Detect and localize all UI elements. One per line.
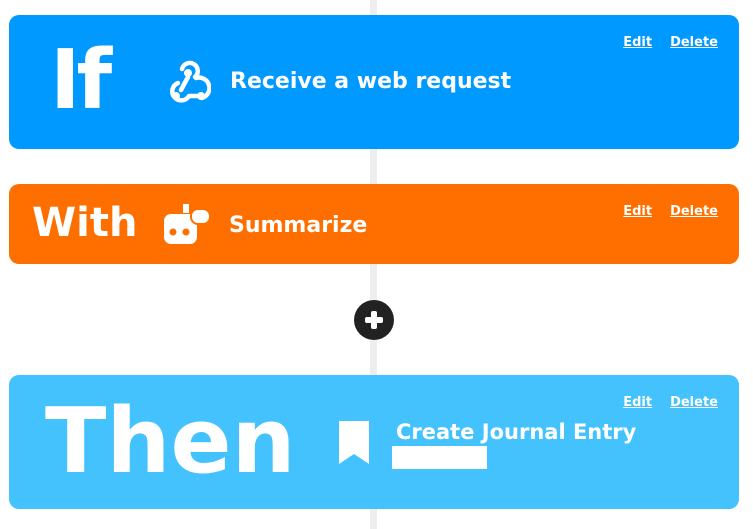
trigger-delete-link[interactable]: Delete [670, 35, 718, 50]
action-actions: Edit Delete [623, 395, 718, 410]
trigger-actions: Edit Delete [623, 35, 718, 50]
add-step-button[interactable] [354, 300, 394, 340]
action-delete-link[interactable]: Delete [670, 395, 718, 410]
action-edit-link[interactable]: Edit [623, 395, 652, 410]
ai-step-delete-link[interactable]: Delete [670, 204, 718, 219]
if-keyword: If [50, 33, 112, 128]
action-field-placeholder [392, 446, 487, 469]
ai-step-card: With Summarize Edit Delete [9, 184, 739, 264]
with-keyword: With [32, 200, 138, 246]
ai-robot-icon [164, 204, 210, 244]
bookmark-icon [339, 421, 369, 464]
ai-step-title: Summarize [229, 213, 368, 238]
webhook-icon [170, 60, 211, 103]
action-card: Then Create Journal Entry Edit Delete [9, 375, 739, 509]
ai-step-edit-link[interactable]: Edit [623, 204, 652, 219]
ai-step-actions: Edit Delete [623, 204, 718, 219]
action-title: Create Journal Entry [396, 420, 637, 444]
trigger-card: If Receive a web request Edit Delete [9, 15, 739, 149]
then-keyword: Then [45, 389, 296, 494]
trigger-title: Receive a web request [230, 69, 512, 94]
trigger-edit-link[interactable]: Edit [623, 35, 652, 50]
